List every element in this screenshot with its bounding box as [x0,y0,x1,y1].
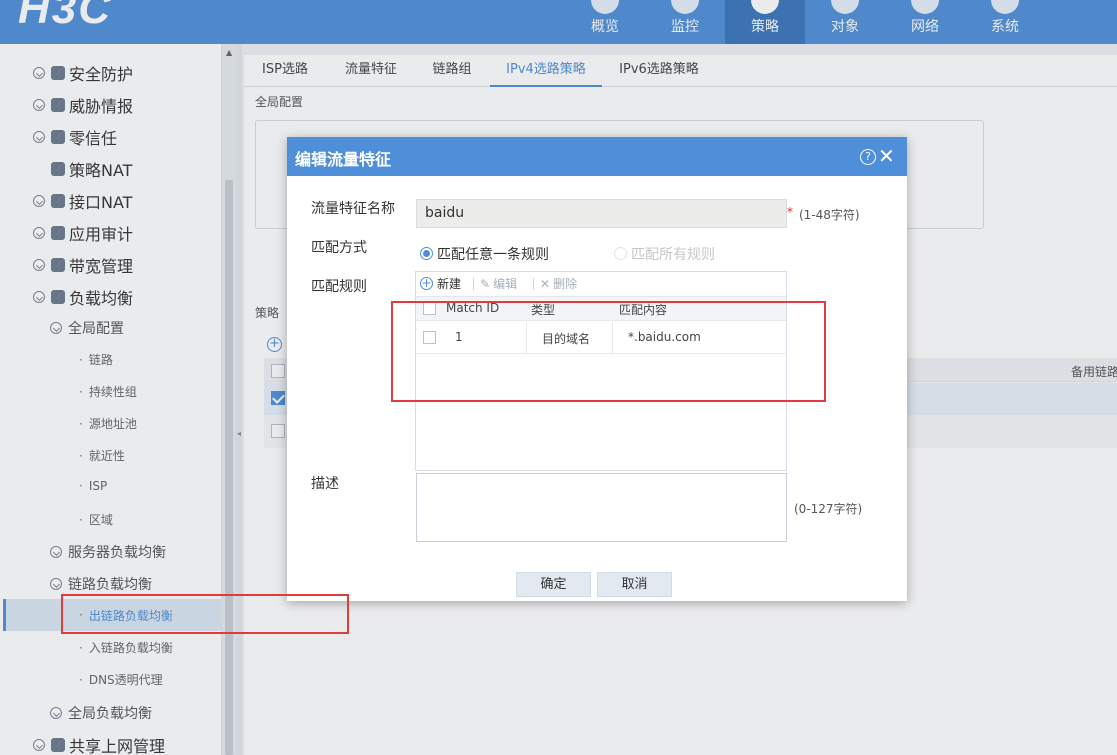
required-mark: * [787,205,793,219]
match-all-radio[interactable] [614,247,627,260]
edit-rule-button[interactable]: ✎ 编辑 [480,275,517,292]
delete-rule-label: 删除 [553,277,578,291]
toolbar-divider [473,278,474,290]
description-textarea[interactable] [416,473,787,542]
highlight-box-sidebar [61,594,349,634]
delete-rule-button[interactable]: ✕ 删除 [540,275,577,292]
help-icon[interactable]: ? [860,149,876,165]
cancel-button[interactable]: 取消 [597,572,672,597]
highlight-box-rules [391,301,826,402]
dialog-header: 编辑流量特征 ? ✕ [287,137,907,176]
description-label: 描述 [311,476,339,492]
match-any-radio[interactable] [420,247,433,260]
toolbar-divider [533,278,534,290]
new-rule-button[interactable]: + 新建 [420,275,461,292]
description-hint: (0-127字符) [794,502,863,516]
name-input[interactable]: baidu [416,199,787,228]
name-label: 流量特征名称 [311,201,395,217]
rules-label: 匹配规则 [311,279,367,295]
x-icon: ✕ [540,276,551,291]
plus-icon: + [420,276,433,290]
dialog-title: 编辑流量特征 [295,150,392,169]
match-any-label[interactable]: 匹配任意一条规则 [437,244,549,264]
match-mode-label: 匹配方式 [311,240,367,256]
pencil-icon: ✎ [480,276,491,291]
name-hint: (1-48字符) [799,208,860,222]
match-all-label[interactable]: 匹配所有规则 [631,244,715,264]
rules-toolbar: + 新建 ✎ 编辑 ✕ 删除 [416,272,786,296]
close-icon[interactable]: ✕ [878,146,896,166]
edit-rule-label: 编辑 [493,277,518,291]
new-rule-label: 新建 [437,277,462,291]
ok-button[interactable]: 确定 [516,572,591,597]
